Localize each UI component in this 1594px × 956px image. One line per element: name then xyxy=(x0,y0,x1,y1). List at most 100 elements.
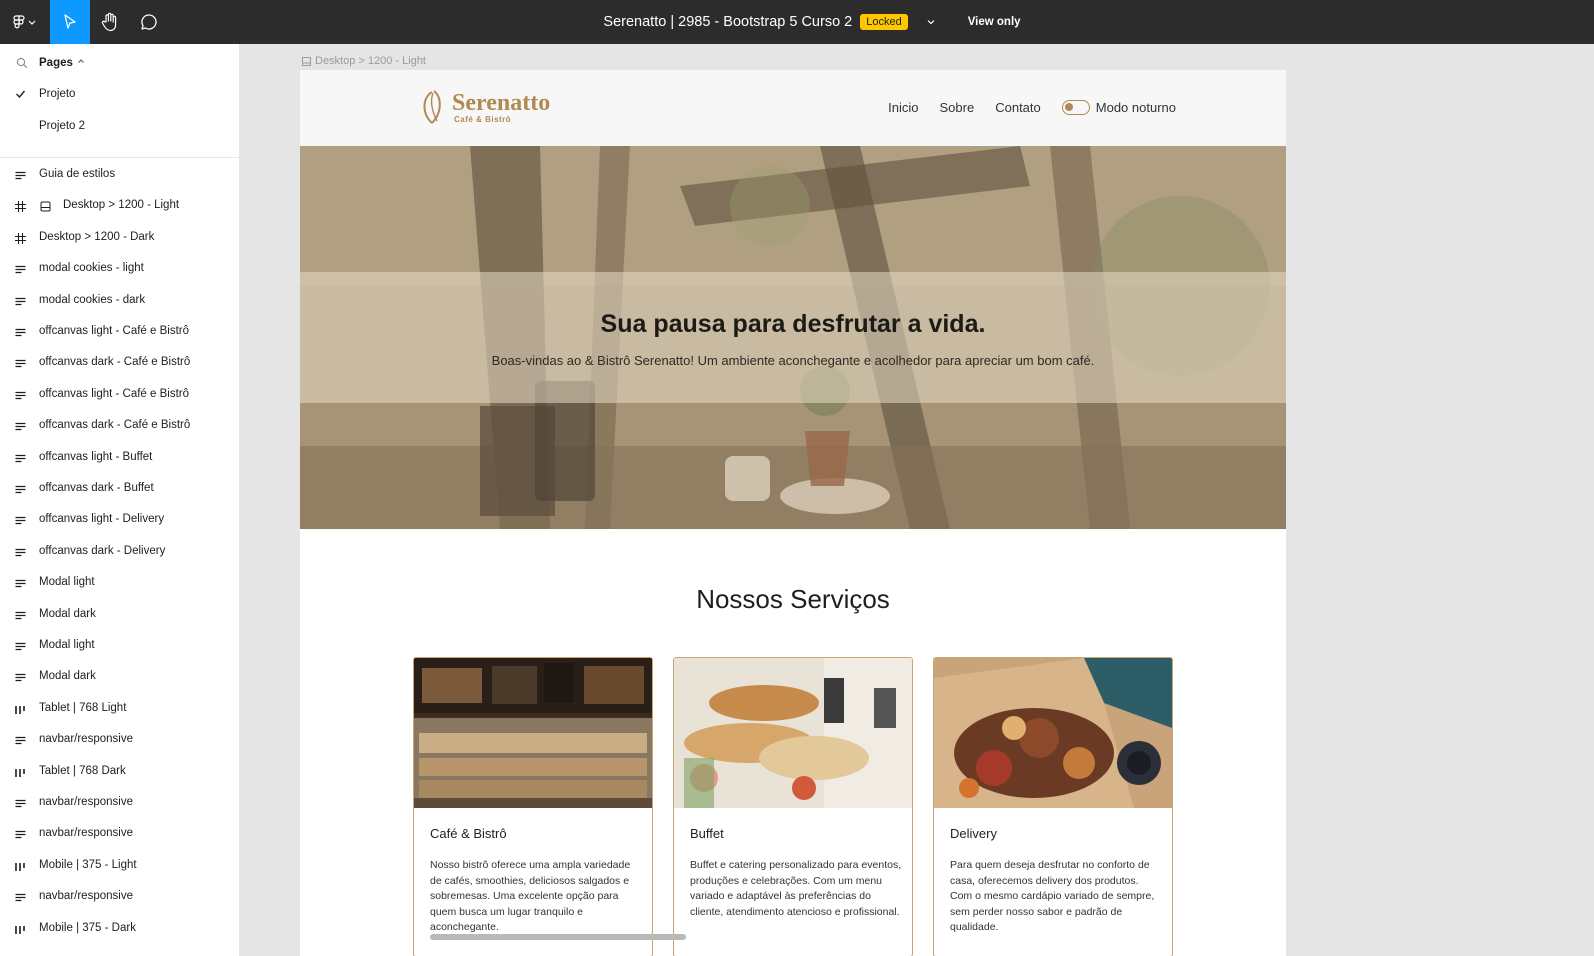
layer-item[interactable]: Modal dark xyxy=(0,600,239,630)
cafe-counter-image xyxy=(414,658,652,808)
text-lines-icon xyxy=(15,670,26,688)
layer-label: Desktop > 1200 - Light xyxy=(63,199,180,212)
text-lines-icon xyxy=(15,419,26,437)
figma-logo-icon xyxy=(13,15,36,29)
hand-tool-button[interactable] xyxy=(90,0,130,44)
layer-label: navbar/responsive xyxy=(39,796,133,808)
frame-label[interactable]: Desktop > 1200 - Light xyxy=(302,55,426,67)
layer-item[interactable]: Tablet | 768 Dark xyxy=(0,757,239,787)
layer-label: offcanvas dark - Buffet xyxy=(39,482,154,494)
chevron-down-icon[interactable] xyxy=(926,18,936,26)
layer-item[interactable]: navbar/responsive xyxy=(0,882,239,912)
layer-label: Mobile | 375 - Dark xyxy=(39,921,136,934)
hero-title: Sua pausa para desfrutar a vida. xyxy=(600,310,986,338)
pages-header[interactable]: Pages xyxy=(0,52,239,76)
layer-item[interactable]: offcanvas dark - Buffet xyxy=(0,474,239,504)
card-image-cafe xyxy=(414,658,652,808)
hero-banner: Sua pausa para desfrutar a vida. Boas-vi… xyxy=(300,146,1286,529)
layer-label: offcanvas dark - Café e Bistrô xyxy=(39,356,191,369)
text-lines-icon xyxy=(15,608,26,626)
layer-label: Modal dark xyxy=(39,607,96,620)
layer-label: Desktop > 1200 - Dark xyxy=(39,230,155,243)
layer-label: offcanvas dark - Café e Bistrô xyxy=(39,419,191,432)
layer-item[interactable]: navbar/responsive xyxy=(0,725,239,755)
text-lines-icon xyxy=(15,168,26,186)
text-lines-icon xyxy=(15,545,26,563)
layer-label: modal cookies - light xyxy=(39,262,144,275)
comment-tool-button[interactable] xyxy=(130,0,168,44)
column-layout-icon xyxy=(15,922,26,940)
hand-icon xyxy=(101,12,117,32)
column-layout-icon xyxy=(15,859,26,877)
brand-name: Serenatto xyxy=(452,89,551,116)
nav-link-inicio[interactable]: Inicio xyxy=(888,100,918,115)
layer-item[interactable]: offcanvas light - Café e Bistrô xyxy=(0,317,239,347)
site-logo[interactable]: Serenatto Café & Bistrô xyxy=(418,88,550,126)
layer-item[interactable]: offcanvas light - Delivery xyxy=(0,505,239,535)
view-only-label[interactable]: View only xyxy=(968,16,1021,28)
nav-link-contato[interactable]: Contato xyxy=(995,100,1041,115)
service-card-cafe[interactable]: Café & Bistrô Nosso bistrô oferece uma a… xyxy=(413,657,653,956)
card-text: Para quem deseja desfrutar no conforto d… xyxy=(950,859,1155,933)
main-menu-button[interactable] xyxy=(0,0,50,44)
text-lines-icon xyxy=(15,356,26,374)
frame-hash-icon xyxy=(15,199,26,217)
layer-label: Modal light xyxy=(39,576,95,589)
night-mode-toggle[interactable] xyxy=(1061,100,1090,115)
layer-item[interactable]: Mobile | 375 - Dark xyxy=(0,914,239,944)
layer-label: navbar/responsive xyxy=(39,890,133,903)
file-title[interactable]: Serenatto | 2985 - Bootstrap 5 Curso 2 xyxy=(603,14,852,30)
text-lines-icon xyxy=(15,733,26,751)
layer-item[interactable]: Modal light xyxy=(0,631,239,661)
layer-item[interactable]: Tablet | 768 Light xyxy=(0,694,239,724)
text-lines-icon xyxy=(15,482,26,500)
layer-item[interactable]: Modal dark xyxy=(0,662,239,692)
delivery-box-image xyxy=(934,658,1172,808)
text-lines-icon xyxy=(15,388,26,406)
layer-label: navbar/responsive xyxy=(39,733,133,746)
text-lines-icon xyxy=(15,890,26,908)
layer-label: Modal light xyxy=(39,639,95,651)
layer-item[interactable]: modal cookies - dark xyxy=(0,286,239,316)
layer-item[interactable]: offcanvas dark - Café e Bistrô xyxy=(0,348,239,378)
layer-item[interactable]: offcanvas light - Café e Bistrô xyxy=(0,380,239,410)
layer-item[interactable]: Mobile | 375 - Light xyxy=(0,851,239,881)
frame-label-text: Desktop > 1200 - Light xyxy=(315,55,426,67)
desktop-light-frame[interactable]: Serenatto Café & Bistrô Inicio Sobre Con… xyxy=(300,70,1286,956)
page-item-projeto-2[interactable]: Projeto 2 xyxy=(0,113,239,141)
layer-item[interactable]: Desktop > 1200 - Dark xyxy=(0,223,239,253)
layer-label: offcanvas light - Café e Bistrô xyxy=(39,387,189,400)
text-lines-icon xyxy=(15,325,26,343)
layer-item[interactable]: navbar/responsive xyxy=(0,819,239,849)
brand-subtitle: Café & Bistrô xyxy=(454,114,512,124)
card-title: Café & Bistrô xyxy=(430,826,507,841)
search-icon[interactable] xyxy=(16,57,28,69)
layer-item[interactable]: offcanvas dark - Café e Bistrô xyxy=(0,411,239,441)
pages-title: Pages xyxy=(39,57,73,69)
page-item-projeto[interactable]: Projeto xyxy=(0,81,239,109)
layer-item[interactable]: offcanvas dark - Delivery xyxy=(0,537,239,567)
hero-subtitle: Boas-vindas ao & Bistrô Serenatto! Um am… xyxy=(491,353,1095,368)
layer-item[interactable]: Desktop > 1200 - Light xyxy=(0,191,239,221)
component-frame-icon xyxy=(40,199,51,217)
layer-label: offcanvas dark - Delivery xyxy=(39,544,166,557)
night-mode-label: Modo noturno xyxy=(1095,100,1176,115)
layer-item[interactable]: offcanvas light - Buffet xyxy=(0,443,239,473)
layer-item[interactable]: navbar/responsive xyxy=(0,788,239,818)
toolbar: Serenatto | 2985 - Bootstrap 5 Curso 2 L… xyxy=(0,0,1594,44)
checkmark-icon xyxy=(16,90,26,99)
design-canvas[interactable]: Desktop > 1200 - Light Serenatto Café & … xyxy=(240,44,1594,956)
text-lines-icon xyxy=(15,262,26,280)
horizontal-scrollbar[interactable] xyxy=(430,934,686,940)
service-card-buffet[interactable]: Buffet Buffet e catering personalizado p… xyxy=(673,657,913,956)
layer-item[interactable]: Modal light xyxy=(0,568,239,598)
chevron-up-icon[interactable] xyxy=(77,58,85,64)
layer-item[interactable]: modal cookies - light xyxy=(0,254,239,284)
card-image-buffet xyxy=(674,658,912,808)
layer-label: offcanvas light - Café e Bistrô xyxy=(39,325,189,337)
service-card-delivery[interactable]: Delivery Para quem deseja desfrutar no c… xyxy=(933,657,1173,956)
move-tool-button[interactable] xyxy=(50,0,90,44)
layer-label: Tablet | 768 Dark xyxy=(39,764,126,777)
nav-link-sobre[interactable]: Sobre xyxy=(940,100,975,115)
layer-item[interactable]: Guia de estilos xyxy=(0,160,239,190)
